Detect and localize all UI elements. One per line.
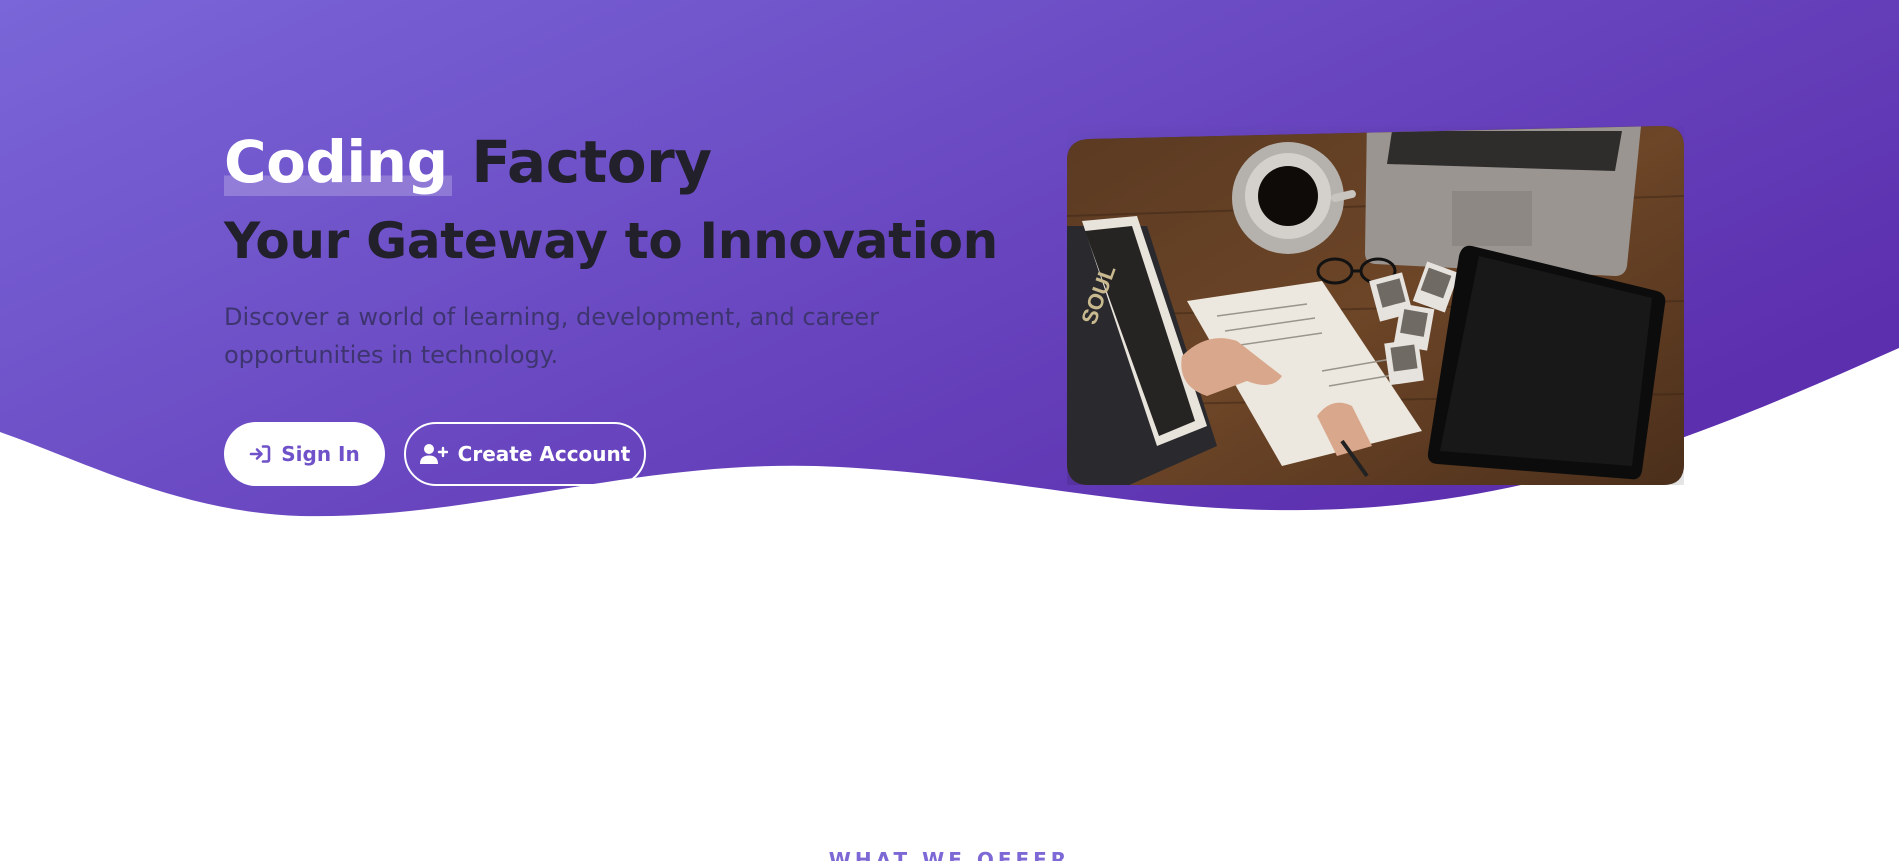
user-plus-icon <box>419 443 448 465</box>
brand-title: Coding Factory <box>224 124 984 200</box>
sign-in-icon <box>249 444 271 464</box>
create-account-label: Create Account <box>457 442 631 466</box>
hero-description: Discover a world of learning, developmen… <box>224 303 879 369</box>
hero-workspace-image: SOUL <box>1067 126 1684 485</box>
brand-title-rest: Factory <box>471 128 712 196</box>
hero-actions: Sign In Create Account <box>224 422 646 486</box>
sign-in-label: Sign In <box>281 442 360 466</box>
sign-in-button[interactable]: Sign In <box>224 422 385 486</box>
hero-text-block: Coding Factory Your Gateway to Innovatio… <box>224 124 998 374</box>
create-account-button[interactable]: Create Account <box>404 422 646 486</box>
hero-tagline: Your Gateway to Innovation <box>224 212 998 270</box>
landing-page: Coding Factory Your Gateway to Innovatio… <box>0 0 1899 861</box>
section-label: WHAT WE OFFER <box>828 848 1071 861</box>
brand-title-highlight: Coding <box>224 128 452 196</box>
